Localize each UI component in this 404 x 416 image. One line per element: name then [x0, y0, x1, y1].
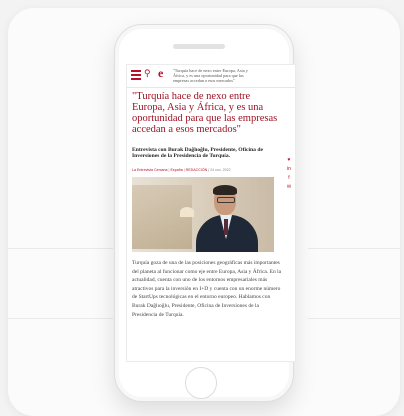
photo-hair [213, 185, 237, 195]
header-headline-preview: "Turquía hace de nexo entre Europa, Asia… [173, 68, 291, 83]
twitter-icon[interactable]: ♥ [288, 157, 291, 163]
meta-section-link[interactable]: La Entrevista Cercana [132, 168, 168, 172]
meta-date: 24 nov. 2022 [210, 168, 231, 172]
meta-country-link[interactable]: España [171, 168, 183, 172]
linkedin-icon[interactable]: in [287, 166, 291, 172]
site-header: ⚲ e "Turquía hace de nexo entre Europa, … [127, 65, 295, 88]
hamburger-icon[interactable] [131, 70, 141, 80]
divider [8, 248, 113, 249]
share-bar: ♥ in f ✉ [284, 157, 294, 197]
facebook-icon[interactable]: f [288, 175, 289, 181]
divider [308, 318, 400, 319]
photo-shelf [132, 185, 192, 249]
article-photo [132, 177, 274, 252]
article-meta: La Entrevista Cercana | España | REDACCI… [132, 168, 287, 172]
photo-lamp [180, 207, 194, 217]
photo-glasses [217, 197, 235, 203]
divider [8, 318, 113, 319]
phone-screen: ⚲ e "Turquía hace de nexo entre Europa, … [126, 64, 296, 362]
email-icon[interactable]: ✉ [287, 184, 291, 190]
article-body: Turquía goza de una de las posiciones ge… [132, 260, 282, 318]
search-icon[interactable]: ⚲ [144, 68, 151, 79]
header-quote-line: empresas accedan a esos mercados" [173, 78, 235, 83]
phone-speaker [173, 44, 225, 49]
article-subhead: Entrevista con Burak Dağlıoğlu, Presiden… [132, 147, 263, 160]
meta-author[interactable]: REDACCIÓN [186, 168, 208, 172]
article-headline: "Turquía hace de nexo entre Europa, Asia… [132, 91, 278, 135]
divider [308, 248, 400, 249]
site-logo[interactable]: e [158, 66, 163, 81]
photo-tie [224, 219, 228, 235]
home-button[interactable] [185, 367, 217, 399]
